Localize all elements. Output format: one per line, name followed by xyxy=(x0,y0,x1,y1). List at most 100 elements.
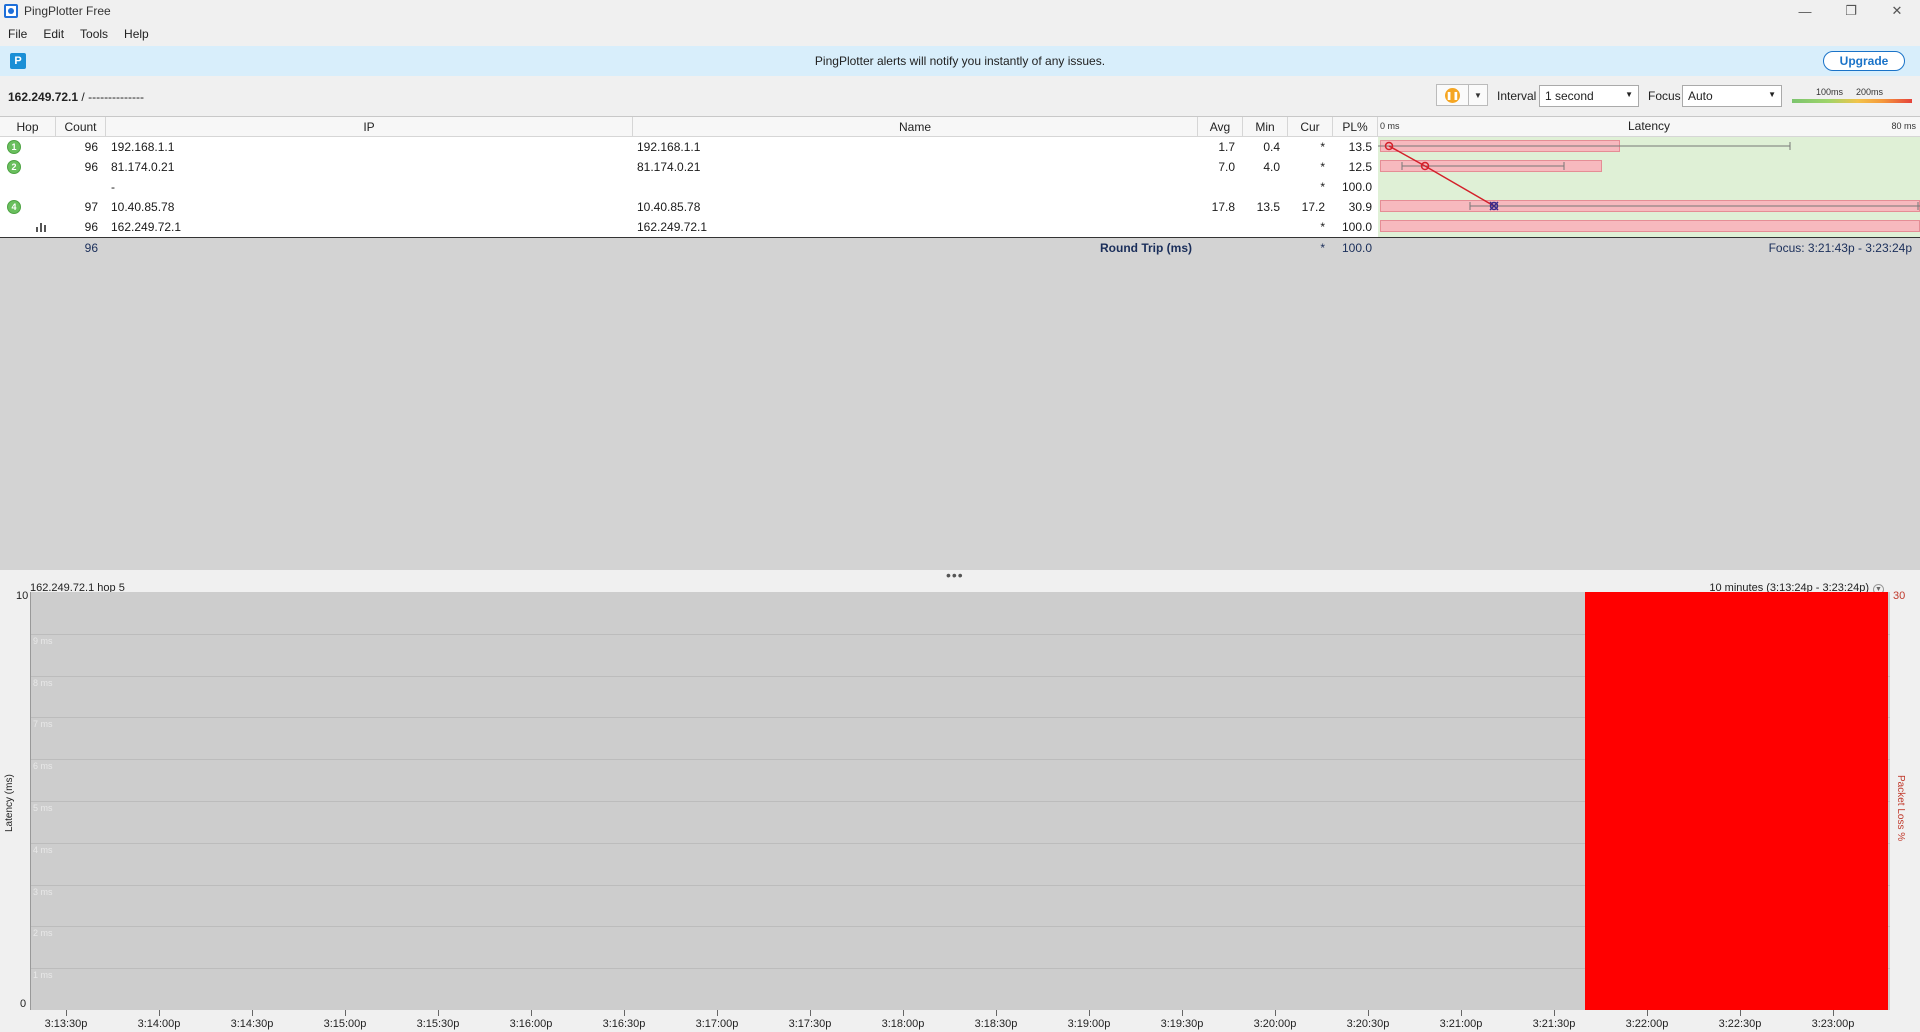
table-row[interactable]: - * 100.0 xyxy=(0,177,1378,197)
header-cur[interactable]: Cur xyxy=(1288,117,1333,137)
latency-scale-legend: 100ms 200ms xyxy=(1792,82,1912,106)
x-tick-mark xyxy=(1647,1010,1648,1016)
header-latency: Latency xyxy=(1627,119,1671,133)
banner-message: PingPlotter alerts will notify you insta… xyxy=(814,54,1106,68)
x-tick-label: 3:16:00p xyxy=(509,1018,553,1030)
time-axis: 3:13:30p 3:14:00p 3:14:30p 3:15:00p 3:15:30p… xyxy=(30,1010,1890,1032)
menu-tools[interactable]: Tools xyxy=(72,27,116,41)
x-tick-label: 3:15:00p xyxy=(323,1018,367,1030)
packet-loss-axis-title: Packet Loss % xyxy=(1895,775,1906,842)
target-suffix: / -------------- xyxy=(78,90,145,104)
table-row[interactable]: 1 96 192.168.1.1 192.168.1.1 1.7 0.4 * 1… xyxy=(0,137,1378,157)
chevron-down-icon: ▼ xyxy=(1768,90,1776,99)
latency-graph xyxy=(1378,137,1920,237)
hop-ip: - xyxy=(111,180,115,194)
panel-splitter[interactable]: ••• xyxy=(0,568,1920,582)
x-tick-mark xyxy=(345,1010,346,1016)
window-title: PingPlotter Free xyxy=(24,4,111,18)
hop-avg: 1.7 xyxy=(1218,140,1235,154)
close-button[interactable]: ✕ xyxy=(1874,0,1920,22)
x-tick-label: 3:14:30p xyxy=(230,1018,274,1030)
hop-pl: 30.9 xyxy=(1348,200,1372,214)
focus-value: Auto xyxy=(1688,89,1713,103)
hop-cur: * xyxy=(1320,220,1325,234)
interval-select[interactable]: 1 second ▼ xyxy=(1539,85,1639,107)
x-tick-label: 3:15:30p xyxy=(416,1018,460,1030)
hop-number-badge: 4 xyxy=(7,200,21,214)
hop-pl: 13.5 xyxy=(1348,140,1372,154)
hop-ip: 162.249.72.1 xyxy=(111,220,182,234)
grid-label: 2 ms xyxy=(33,928,53,938)
header-ip[interactable]: IP xyxy=(106,117,633,137)
x-tick-label: 3:21:00p xyxy=(1439,1018,1483,1030)
header-min[interactable]: Min xyxy=(1243,117,1288,137)
minimize-button[interactable]: — xyxy=(1782,0,1828,22)
timeline-plot[interactable]: 1 ms 2 ms 3 ms 4 ms 5 ms 6 ms 7 ms 8 ms 9 ms xyxy=(30,592,1890,1010)
table-row[interactable]: 96 162.249.72.1 162.249.72.1 * 100.0 xyxy=(0,217,1378,237)
menu-bar: File Edit Tools Help xyxy=(0,24,157,44)
x-tick-label: 3:16:30p xyxy=(602,1018,646,1030)
summary-pl: 100.0 xyxy=(1341,241,1372,255)
window-controls: — ❐ ✕ xyxy=(1782,0,1920,22)
hop-min: 0.4 xyxy=(1263,140,1280,154)
latency-axis-title: Latency (ms) xyxy=(4,774,15,832)
maximize-button[interactable]: ❐ xyxy=(1828,0,1874,22)
x-tick-mark xyxy=(531,1010,532,1016)
focus-select[interactable]: Auto ▼ xyxy=(1682,85,1782,107)
alert-banner: P PingPlotter alerts will notify you ins… xyxy=(0,46,1920,76)
grid-label: 7 ms xyxy=(33,719,53,729)
x-tick-mark xyxy=(1089,1010,1090,1016)
x-tick-mark xyxy=(810,1010,811,1016)
hop-cur: * xyxy=(1320,160,1325,174)
hop-cur: 17.2 xyxy=(1301,200,1325,214)
x-tick-mark xyxy=(66,1010,67,1016)
header-name[interactable]: Name xyxy=(633,117,1198,137)
grid-label: 5 ms xyxy=(33,803,53,813)
table-row[interactable]: 2 96 81.174.0.21 81.174.0.21 7.0 4.0 * 1… xyxy=(0,157,1378,177)
menu-file[interactable]: File xyxy=(0,27,35,41)
hop-name: 192.168.1.1 xyxy=(637,140,701,154)
header-count[interactable]: Count xyxy=(56,117,106,137)
latency-max-label: 80 ms xyxy=(1891,121,1916,131)
hop-ip: 10.40.85.78 xyxy=(111,200,175,214)
hop-pl: 100.0 xyxy=(1341,180,1372,194)
x-tick-label: 3:17:00p xyxy=(695,1018,739,1030)
interval-label: Interval xyxy=(1497,89,1537,103)
x-tick-mark xyxy=(252,1010,253,1016)
hop-count: 96 xyxy=(84,140,98,154)
menu-edit[interactable]: Edit xyxy=(35,27,72,41)
drag-handle-icon[interactable]: ••• xyxy=(946,568,964,582)
x-tick-label: 3:13:30p xyxy=(44,1018,88,1030)
header-pl[interactable]: PL% xyxy=(1333,117,1378,137)
x-tick-mark xyxy=(1275,1010,1276,1016)
target-label: 162.249.72.1 / -------------- xyxy=(8,90,144,104)
summary-cur: * xyxy=(1320,241,1325,255)
hop-number-badge: 2 xyxy=(7,160,21,174)
hop-cur: * xyxy=(1320,140,1325,154)
x-tick-mark xyxy=(1368,1010,1369,1016)
scale-gradient-bar xyxy=(1792,99,1912,103)
grid-label: 4 ms xyxy=(33,845,53,855)
hop-ip: 81.174.0.21 xyxy=(111,160,175,174)
pause-dropdown-icon[interactable]: ▼ xyxy=(1469,85,1487,105)
x-tick-mark xyxy=(159,1010,160,1016)
x-tick-mark xyxy=(624,1010,625,1016)
x-tick-mark xyxy=(1461,1010,1462,1016)
header-hop[interactable]: Hop xyxy=(0,117,56,137)
bar-chart-icon[interactable] xyxy=(36,222,46,232)
hop-count: 96 xyxy=(84,220,98,234)
hop-avg: 17.8 xyxy=(1211,200,1235,214)
menu-help[interactable]: Help xyxy=(116,27,157,41)
upgrade-button[interactable]: Upgrade xyxy=(1823,51,1905,71)
y-axis-max: 10 xyxy=(16,590,29,602)
interval-value: 1 second xyxy=(1545,89,1594,103)
header-avg[interactable]: Avg xyxy=(1198,117,1243,137)
grid-label: 6 ms xyxy=(33,761,53,771)
pause-button[interactable]: ❚❚ xyxy=(1437,85,1469,105)
x-tick-label: 3:18:00p xyxy=(881,1018,925,1030)
title-bar: PingPlotter Free — ❐ ✕ xyxy=(0,0,1920,22)
grid-label: 9 ms xyxy=(33,636,53,646)
toolbar: 162.249.72.1 / -------------- ❚❚ ▼ Inter… xyxy=(0,82,1920,114)
grid-label: 1 ms xyxy=(33,970,53,980)
table-row[interactable]: 4 97 10.40.85.78 10.40.85.78 17.8 13.5 1… xyxy=(0,197,1378,217)
